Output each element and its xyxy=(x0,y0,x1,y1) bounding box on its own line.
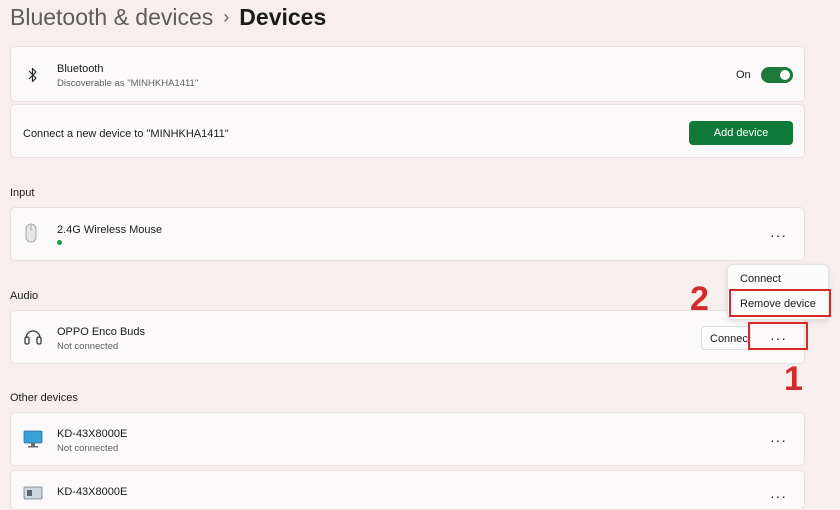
device-row-mouse[interactable]: 2.4G Wireless Mouse ··· xyxy=(10,207,805,261)
section-input-heading: Input xyxy=(10,187,35,199)
device-row-tv-2[interactable]: KD-43X8000E ··· xyxy=(10,470,805,510)
annotation-step-2: 2 xyxy=(690,280,709,318)
more-options-button[interactable]: ··· xyxy=(770,228,787,242)
bluetooth-card: Bluetooth Discoverable as "MINHKHA1411" … xyxy=(10,46,805,102)
chevron-right-icon: › xyxy=(223,7,230,27)
device-row-tv-1[interactable]: KD-43X8000E Not connected ··· xyxy=(10,412,805,466)
mouse-icon xyxy=(25,223,37,243)
connect-button[interactable]: Connect xyxy=(701,326,751,350)
device-row-buds[interactable]: OPPO Enco Buds Not connected Connect ··· xyxy=(10,310,805,364)
annotation-step-1: 1 xyxy=(784,360,803,398)
section-other-heading: Other devices xyxy=(10,392,78,404)
breadcrumb-parent[interactable]: Bluetooth & devices xyxy=(10,4,213,30)
more-options-button[interactable]: ··· xyxy=(770,433,787,447)
section-audio-heading: Audio xyxy=(10,290,39,302)
monitor-icon xyxy=(23,430,43,448)
more-options-button[interactable]: ··· xyxy=(770,489,787,503)
bluetooth-subtitle: Discoverable as "MINHKHA1411" xyxy=(57,78,199,89)
connected-status-dot xyxy=(57,240,62,245)
headphones-icon xyxy=(24,330,42,345)
device-status: Not connected xyxy=(57,443,119,454)
device-name: OPPO Enco Buds xyxy=(57,326,146,338)
bluetooth-toggle-label: On xyxy=(736,69,751,81)
bluetooth-title: Bluetooth xyxy=(57,63,104,75)
add-device-card: Connect a new device to "MINHKHA1411" Ad… xyxy=(10,104,805,158)
bluetooth-toggle[interactable] xyxy=(761,67,793,83)
bluetooth-icon xyxy=(28,67,37,83)
device-name: 2.4G Wireless Mouse xyxy=(57,224,163,236)
device-name: KD-43X8000E xyxy=(57,428,128,440)
annotation-box-remove-device xyxy=(729,289,831,317)
add-device-button[interactable]: Add device xyxy=(689,121,793,145)
annotation-box-more-options xyxy=(748,322,808,350)
device-name: KD-43X8000E xyxy=(57,486,128,498)
page-title: Devices xyxy=(239,4,327,30)
breadcrumb: Bluetooth & devices › Devices xyxy=(10,4,326,31)
add-device-text: Connect a new device to "MINHKHA1411" xyxy=(23,128,229,140)
menu-item-connect[interactable]: Connect xyxy=(740,273,781,285)
device-status: Not connected xyxy=(57,341,119,352)
toggle-knob xyxy=(780,70,790,80)
